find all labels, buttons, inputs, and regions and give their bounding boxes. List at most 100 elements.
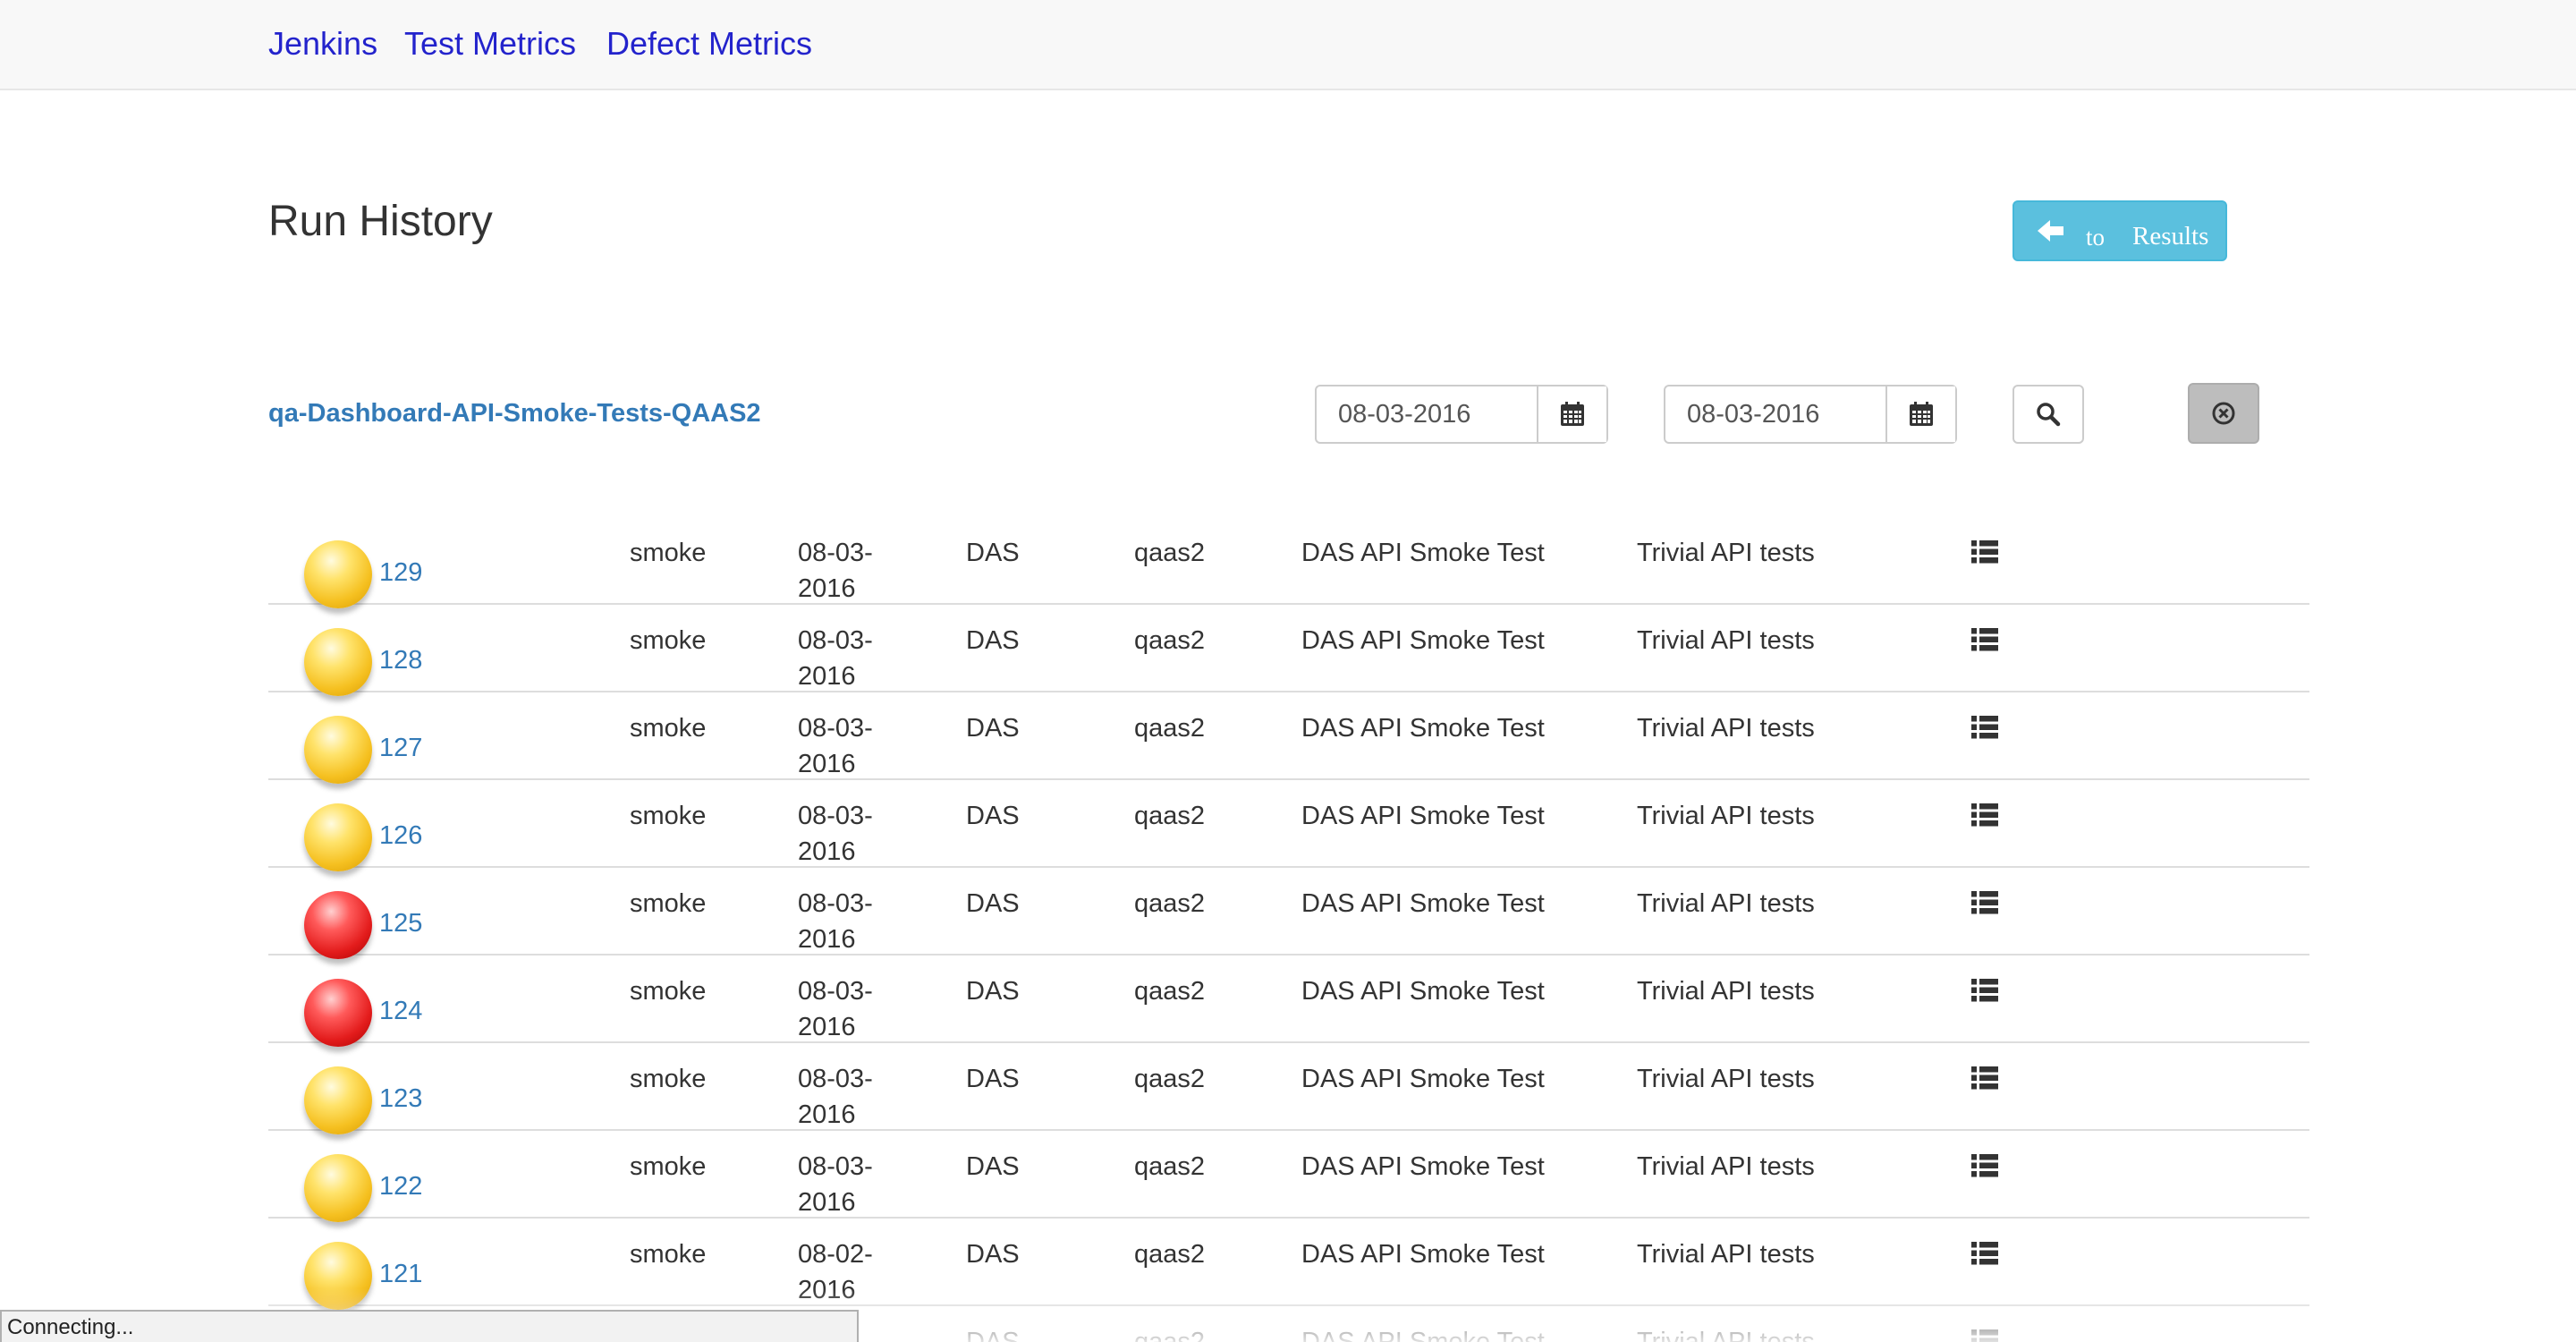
run-environment: qaas2 [1134, 802, 1206, 830]
calendar-icon [1910, 402, 1933, 426]
status-ball-icon [304, 716, 372, 784]
run-type: smoke [630, 1152, 707, 1181]
run-date-line2: 2016 [798, 1013, 856, 1041]
run-suite: DAS API Smoke Test [1301, 539, 1545, 567]
run-type: smoke [630, 714, 707, 743]
status-ball-icon [304, 540, 372, 608]
run-environment: qaas2 [1134, 1065, 1206, 1093]
run-description: Trivial API tests [1637, 626, 1815, 655]
list-icon[interactable] [1971, 1154, 1998, 1177]
table-row: 126 smoke DAS qaas2 DAS API Smoke Test Trivia… [268, 780, 2309, 871]
nav-link-jenkins[interactable]: Jenkins [268, 25, 377, 63]
status-ball-icon [304, 1154, 372, 1222]
run-number-link[interactable]: 124 [379, 997, 422, 1026]
run-date: 08-03- 2016 [798, 973, 873, 1045]
browser-status-bar: Connecting... [0, 1310, 859, 1342]
table-row: 124 smoke DAS qaas2 DAS API Smoke Test Trivia… [268, 956, 2309, 1047]
run-environment: qaas2 [1134, 1240, 1206, 1269]
run-date-line2: 2016 [798, 837, 856, 866]
back-to-results-button[interactable]: to Results [2012, 200, 2227, 261]
to-date-calendar-button[interactable] [1885, 386, 1955, 442]
list-icon[interactable] [1971, 1329, 1998, 1342]
from-date-picker [1315, 385, 1608, 444]
list-icon[interactable] [1971, 891, 1998, 914]
run-product: DAS [966, 1065, 1020, 1093]
run-product: DAS [966, 1152, 1020, 1181]
run-description: Trivial API tests [1637, 1240, 1815, 1269]
run-date: 08-02- 2016 [798, 1236, 873, 1308]
list-icon[interactable] [1971, 540, 1998, 564]
run-number-link[interactable]: 127 [379, 734, 422, 763]
run-suite: DAS API Smoke Test [1301, 626, 1545, 655]
to-date-input[interactable] [1665, 386, 1889, 442]
back-button-label-results: Results [2132, 222, 2209, 251]
run-date-line1: 08-03- [798, 977, 873, 1006]
run-environment: qaas2 [1134, 977, 1206, 1006]
clear-filter-button[interactable] [2188, 383, 2259, 444]
run-number-link[interactable]: 121 [379, 1260, 422, 1289]
list-icon[interactable] [1971, 716, 1998, 739]
arrow-left-icon [2038, 220, 2063, 242]
list-icon[interactable] [1971, 979, 1998, 1002]
run-date-line1: 08-03- [798, 539, 873, 567]
search-button[interactable] [2012, 385, 2084, 444]
list-icon[interactable] [1971, 628, 1998, 651]
run-environment: qaas2 [1134, 539, 1206, 567]
from-date-calendar-button[interactable] [1537, 386, 1606, 442]
run-description: Trivial API tests [1637, 977, 1815, 1006]
table-row: 121 smoke DAS qaas2 DAS API Smoke Test Trivia… [268, 1219, 2309, 1310]
list-icon[interactable] [1971, 803, 1998, 827]
table-row: 127 smoke DAS qaas2 DAS API Smoke Test Trivia… [268, 692, 2309, 784]
run-date: 08-03- 2016 [798, 1149, 873, 1220]
run-suite: DAS API Smoke Test [1301, 977, 1545, 1006]
run-type: smoke [630, 1065, 707, 1093]
run-product: DAS [966, 977, 1020, 1006]
run-date-line1: 08-02- [798, 1240, 873, 1269]
run-number-link[interactable]: 129 [379, 558, 422, 588]
run-suite: DAS API Smoke Test [1301, 1240, 1545, 1269]
run-date: 08-03- 2016 [798, 535, 873, 607]
run-type: smoke [630, 1240, 707, 1269]
run-description: Trivial API tests [1637, 1065, 1815, 1093]
table-row: 123 smoke DAS qaas2 DAS API Smoke Test Trivia… [268, 1043, 2309, 1134]
run-type: smoke [630, 626, 707, 655]
status-ball-icon [304, 979, 372, 1047]
run-environment: qaas2 [1134, 714, 1206, 743]
run-description: Trivial API tests [1637, 1152, 1815, 1181]
run-suite: DAS API Smoke Test [1301, 714, 1545, 743]
table-row: 122 smoke DAS qaas2 DAS API Smoke Test Trivia… [268, 1131, 2309, 1222]
calendar-icon [1561, 402, 1584, 426]
list-icon[interactable] [1971, 1066, 1998, 1090]
run-history-table: 129 smoke DAS qaas2 DAS API Smoke Test Trivia… [268, 517, 2309, 1342]
run-number-link[interactable]: 122 [379, 1172, 422, 1202]
run-product: DAS [966, 626, 1020, 655]
run-description: Trivial API tests [1637, 714, 1815, 743]
run-environment: qaas2 [1134, 1152, 1206, 1181]
run-type: smoke [630, 802, 707, 830]
run-product: DAS [966, 714, 1020, 743]
to-date-picker [1664, 385, 1957, 444]
run-description: Trivial API tests [1637, 1328, 1815, 1342]
list-icon[interactable] [1971, 1242, 1998, 1265]
run-number-link[interactable]: 126 [379, 821, 422, 851]
status-ball-icon [304, 891, 372, 959]
run-date-line2: 2016 [798, 1188, 856, 1217]
run-date-line2: 2016 [798, 574, 856, 603]
nav-link-defect-metrics[interactable]: Defect Metrics [606, 25, 812, 63]
run-product: DAS [966, 802, 1020, 830]
run-number-link[interactable]: 123 [379, 1084, 422, 1114]
run-date-line2: 2016 [798, 925, 856, 954]
run-suite: DAS API Smoke Test [1301, 889, 1545, 918]
job-name-link[interactable]: qa-Dashboard-API-Smoke-Tests-QAAS2 [268, 399, 761, 429]
nav-link-test-metrics[interactable]: Test Metrics [404, 25, 576, 63]
status-ball-icon [304, 1066, 372, 1134]
run-description: Trivial API tests [1637, 802, 1815, 830]
back-button-label-to: to [2086, 224, 2106, 251]
run-type: smoke [630, 977, 707, 1006]
run-number-link[interactable]: 128 [379, 646, 422, 675]
from-date-input[interactable] [1317, 386, 1540, 442]
status-ball-icon [304, 628, 372, 696]
run-date-line2: 2016 [798, 750, 856, 778]
run-number-link[interactable]: 125 [379, 909, 422, 939]
table-row: 125 smoke DAS qaas2 DAS API Smoke Test Trivia… [268, 868, 2309, 959]
